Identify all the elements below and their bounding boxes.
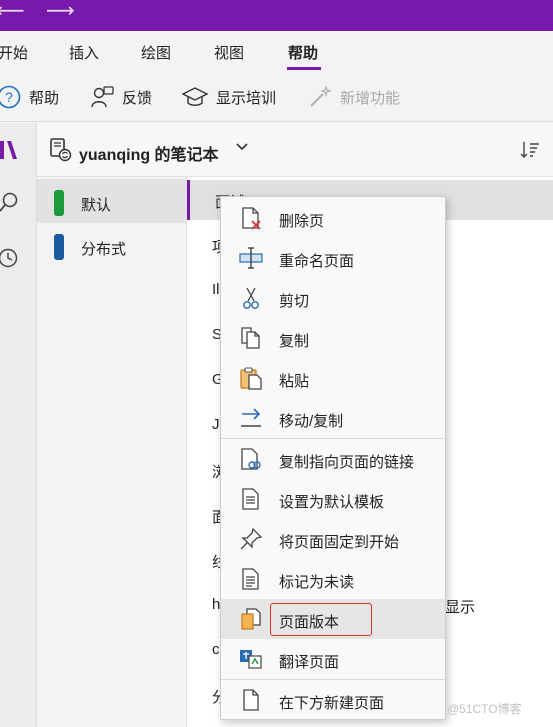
delete-page-icon (242, 207, 261, 230)
section-label: 分布式 (81, 241, 127, 258)
page-title-trailing: 显示 (445, 599, 476, 616)
menu-item-label: 剪切 (279, 293, 310, 310)
highlight-annotation-box (270, 603, 372, 636)
menu-item-set-default-template[interactable]: 设置为默认模板 (221, 479, 445, 519)
link-page-icon (241, 448, 261, 470)
tab-draw[interactable]: 绘图 (141, 42, 171, 63)
menu-item-label: 复制指向页面的链接 (279, 454, 415, 471)
page-title: c (212, 641, 220, 658)
section-label: 默认 (81, 197, 112, 214)
chevron-down-icon[interactable] (235, 139, 249, 153)
menu-item-label: 设置为默认模板 (279, 494, 385, 511)
magic-wand-icon (310, 85, 332, 107)
rename-icon (239, 247, 263, 269)
menu-item-move-copy[interactable]: 移动/复制 (221, 398, 445, 438)
menu-item-label: 重命名页面 (279, 253, 355, 270)
help-label: 帮助 (29, 89, 60, 107)
new-page-below-icon (243, 689, 259, 711)
tab-home[interactable]: 开始 (0, 42, 28, 63)
section-item-default[interactable]: 默认 (37, 179, 187, 223)
menu-item-copy[interactable]: 复制 (221, 318, 445, 358)
new-features-button[interactable]: 新增功能 (307, 84, 400, 110)
tab-view[interactable]: 视图 (214, 42, 244, 63)
feedback-icon (91, 86, 114, 108)
menu-item-pin-to-start[interactable]: 将页面固定到开始 (221, 519, 445, 559)
menu-item-paste[interactable]: 粘贴 (221, 358, 445, 398)
sort-icon[interactable] (519, 139, 541, 161)
notebook-title[interactable]: yuanqing 的笔记本 (79, 141, 219, 165)
svg-text:?: ? (5, 89, 13, 105)
menu-item-cut[interactable]: 剪切 (221, 278, 445, 318)
tab-help[interactable]: 帮助 (288, 42, 318, 63)
menu-item-rename-page[interactable]: 重命名页面 (221, 238, 445, 278)
move-copy-icon (241, 408, 261, 427)
notebook-header: yuanqing 的笔记本 (37, 123, 553, 177)
pin-icon (240, 527, 263, 550)
page-versions-icon (241, 608, 261, 630)
menu-item-label: 复制 (279, 333, 310, 350)
show-training-button[interactable]: 显示培训 (181, 84, 276, 110)
section-color-tab (54, 234, 64, 260)
search-icon[interactable] (0, 190, 22, 214)
menu-item-mark-unread[interactable]: 标记为未读 (221, 559, 445, 599)
back-arrow-icon[interactable]: ⟵ (0, 0, 25, 24)
ribbon-tabs: 开始 插入 绘图 视图 帮助 (0, 31, 553, 72)
graduation-cap-icon (181, 87, 209, 106)
section-color-tab (54, 190, 64, 216)
paste-icon (240, 367, 262, 390)
translate-icon (240, 650, 262, 669)
page-title: Il (212, 281, 220, 298)
menu-item-label: 在下方新建页面 (279, 695, 385, 712)
tab-insert[interactable]: 插入 (69, 42, 99, 63)
show-training-label: 显示培训 (216, 89, 277, 107)
unread-icon (242, 568, 259, 590)
active-tab-indicator (287, 67, 321, 70)
copy-icon (241, 327, 260, 349)
sections-pane: 默认 分布式 (37, 177, 187, 727)
menu-item-label: 翻译页面 (279, 654, 340, 671)
menu-item-label: 删除页 (279, 213, 325, 230)
feedback-label: 反馈 (122, 89, 153, 107)
menu-item-label: 标记为未读 (279, 574, 355, 591)
menu-item-page-versions[interactable]: 页面版本 (221, 599, 445, 639)
notebook-sync-icon[interactable] (49, 137, 73, 163)
navigation-rail (0, 123, 37, 727)
menu-item-translate-page[interactable]: 翻译页面 (221, 639, 445, 679)
help-icon: ? (0, 85, 21, 109)
section-item-distributed[interactable]: 分布式 (37, 223, 187, 267)
help-button[interactable]: ? 帮助 (0, 84, 59, 110)
scissors-icon (243, 287, 259, 309)
menu-item-delete-page[interactable]: 删除页 (221, 198, 445, 238)
page-context-menu: 删除页 重命名页面 剪切 复制 粘贴 移动/复制 复制指向页面的链接 设置为默认… (220, 196, 446, 720)
menu-item-label: 移动/复制 (279, 413, 344, 430)
watermark: @51CTO博客 (447, 702, 522, 716)
new-features-label: 新增功能 (340, 89, 401, 107)
title-bar: ⟵ ⟶ (0, 0, 553, 31)
menu-item-copy-link[interactable]: 复制指向页面的链接 (221, 439, 445, 479)
menu-item-label: 将页面固定到开始 (279, 534, 400, 551)
menu-item-new-page-below[interactable]: 在下方新建页面 (221, 680, 445, 720)
feedback-button[interactable]: 反馈 (89, 84, 152, 110)
ribbon-toolbar: ? 帮助 反馈 显示培训 新增功能 (0, 72, 553, 122)
template-icon (242, 488, 259, 510)
forward-arrow-icon[interactable]: ⟶ (46, 0, 75, 24)
menu-item-label: 粘贴 (279, 373, 310, 390)
recent-clock-icon[interactable] (0, 246, 22, 270)
page-title: J (212, 416, 220, 433)
notebooks-icon[interactable] (0, 139, 20, 161)
